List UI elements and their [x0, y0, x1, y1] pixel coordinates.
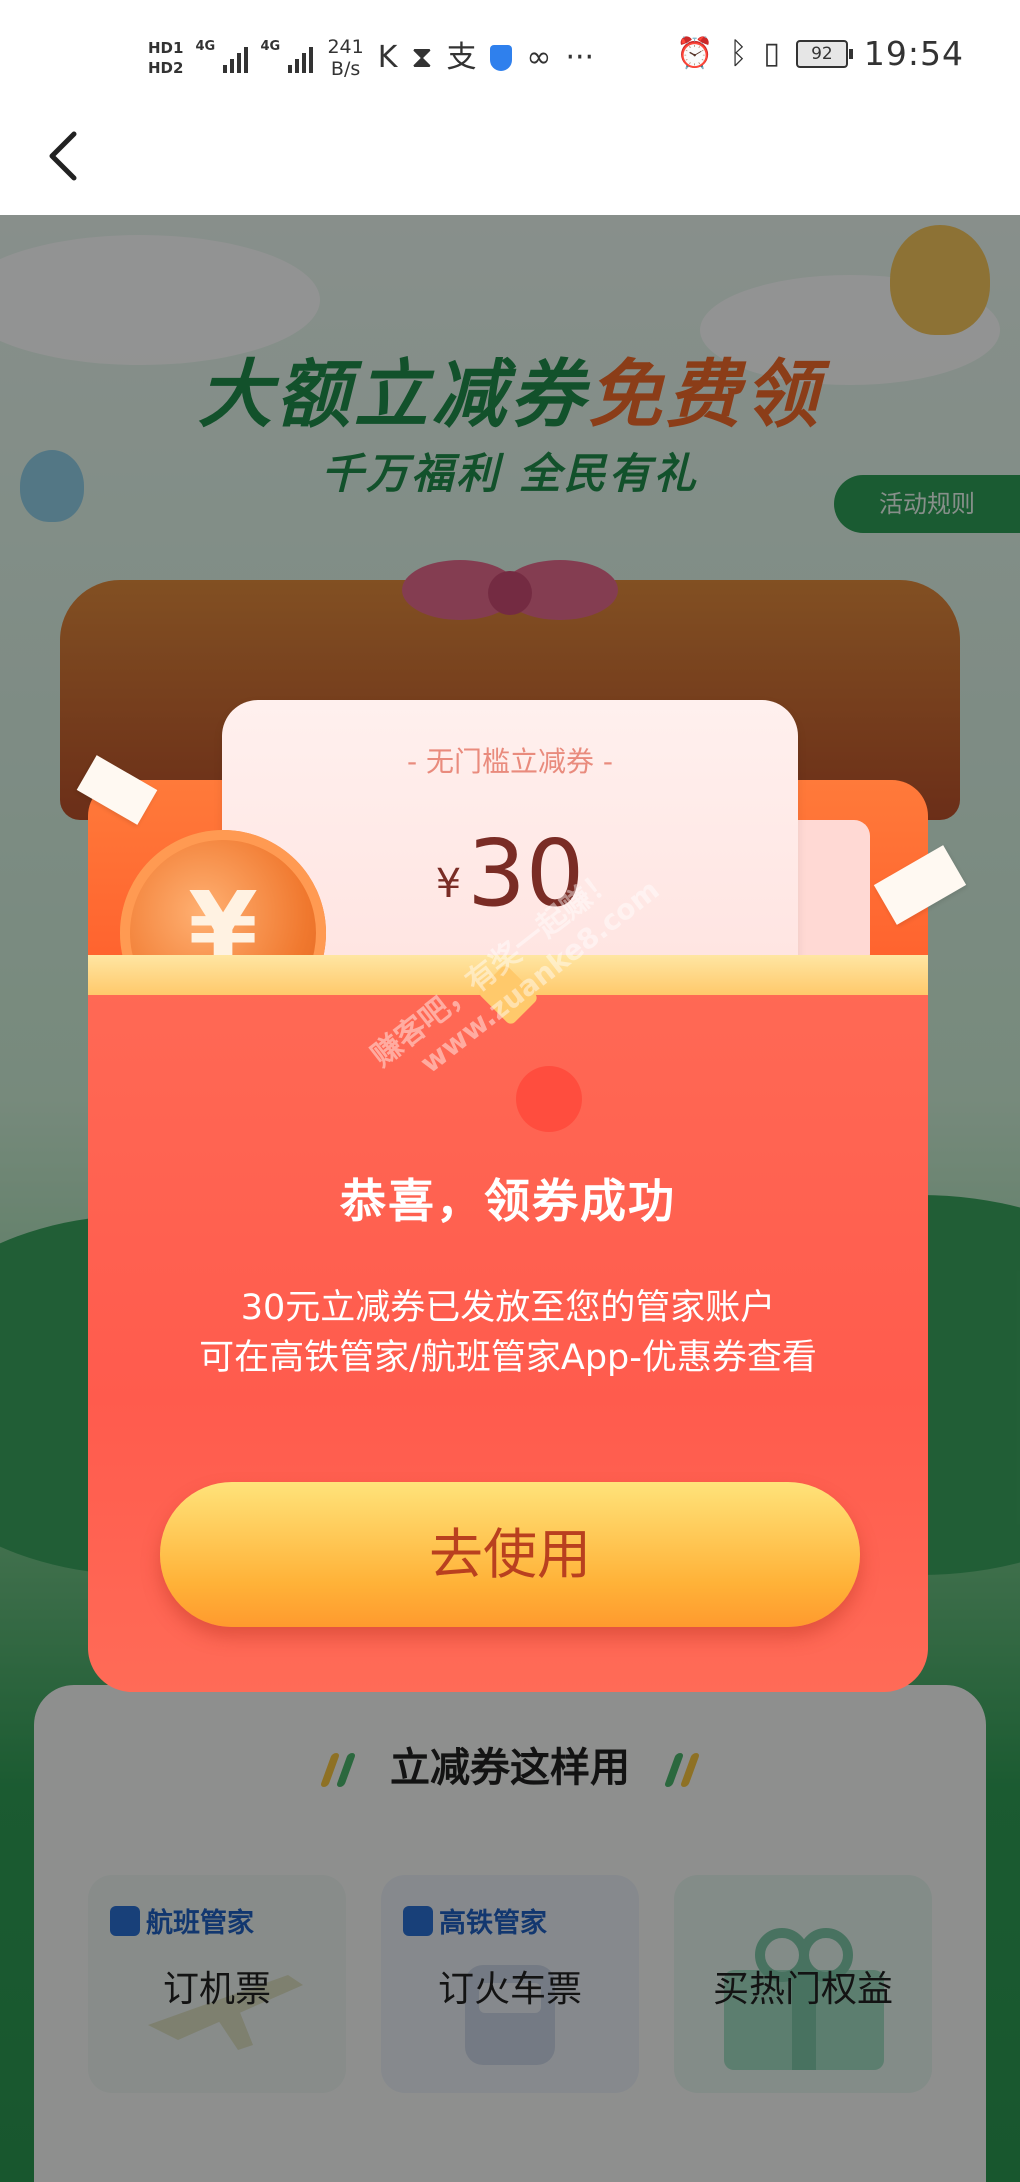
weibo-icon: ∞: [526, 40, 552, 75]
hd2-label: HD2: [148, 59, 184, 77]
currency-symbol: ¥: [435, 861, 462, 907]
use-coupon-button[interactable]: 去使用: [160, 1482, 860, 1627]
alipay-icon: 支: [446, 40, 477, 75]
speed-value: 241: [327, 36, 364, 58]
back-button[interactable]: [42, 128, 86, 184]
network-type-2: 4G: [260, 39, 281, 54]
signal-icon-2: 4G: [260, 39, 314, 73]
shield-icon: [490, 45, 513, 71]
vibrate-icon: ▯: [763, 35, 780, 71]
battery-icon: 92: [795, 39, 853, 68]
network-type-1: 4G: [195, 39, 216, 54]
watermark-dot: [516, 1066, 582, 1132]
hourglass-icon: ⧗: [411, 40, 433, 75]
chevron-left-icon: [49, 131, 77, 181]
network-speed: 241 B/s: [327, 36, 363, 80]
hd-indicator: HD1 HD2: [148, 40, 183, 76]
hd1-label: HD1: [148, 39, 184, 57]
bluetooth-icon: ᛒ: [729, 35, 748, 71]
success-desc-line2: 可在高铁管家/航班管家App-优惠券查看: [199, 1338, 817, 1378]
success-desc-line1: 30元立减券已发放至您的管家账户: [240, 1288, 776, 1328]
signal-icon: 4G: [195, 39, 249, 73]
status-time: 19:54: [863, 34, 964, 73]
k-app-icon: K: [377, 40, 398, 75]
coupon-type-label: - 无门槛立减券 -: [406, 745, 613, 778]
status-bar: HD1 HD2 4G 4G 241 B/s K ⧗ 支 ∞ ··· ⏰ ᛒ ▯ …: [0, 0, 1020, 115]
more-notifications-icon: ···: [565, 40, 595, 75]
speed-unit: B/s: [330, 58, 361, 80]
success-description: 30元立减券已发放至您的管家账户 可在高铁管家/航班管家App-优惠券查看: [88, 1283, 928, 1383]
success-title: 恭喜，领券成功: [340, 1174, 676, 1228]
alarm-icon: ⏰: [676, 35, 714, 71]
